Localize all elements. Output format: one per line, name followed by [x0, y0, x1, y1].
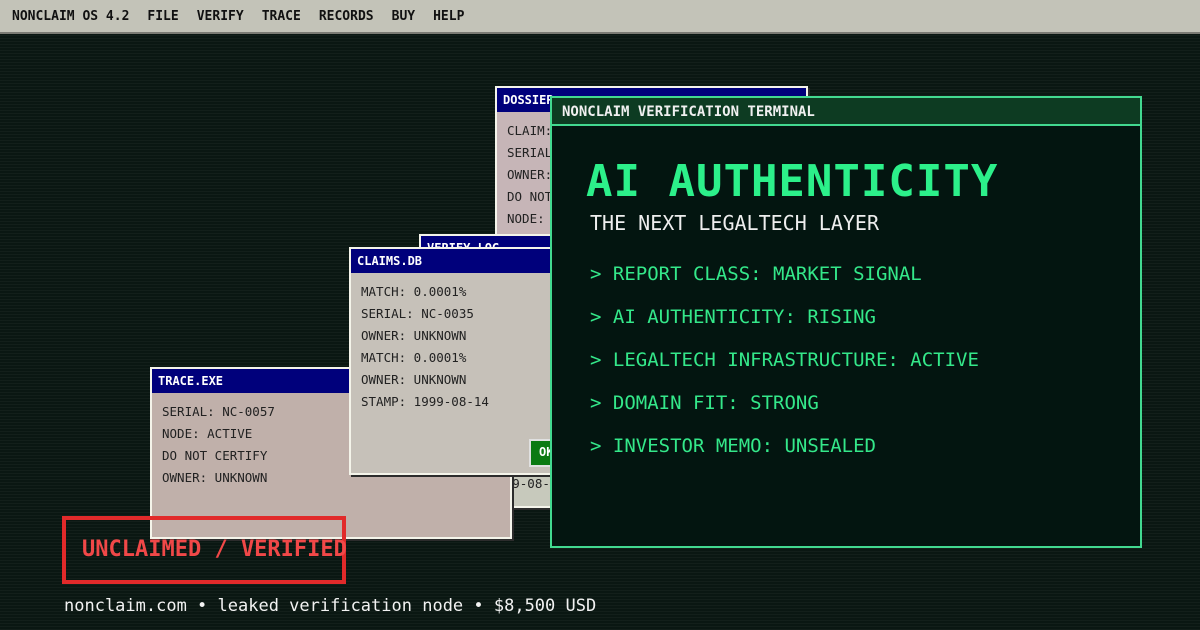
menu-file[interactable]: FILE	[147, 9, 178, 24]
menu-records[interactable]: RECORDS	[319, 9, 374, 24]
terminal-headline: AI AUTHENTICITY	[586, 156, 999, 207]
footer-caption: nonclaim.com • leaked verification node …	[64, 596, 597, 616]
terminal-subheadline: THE NEXT LEGALTECH LAYER	[590, 211, 879, 235]
terminal-line: > DOMAIN FIT: STRONG	[590, 392, 819, 414]
status-stamp-text: UNCLAIMED / VERIFIED	[82, 537, 347, 562]
verification-terminal-window[interactable]: NONCLAIM VERIFICATION TERMINAL AI AUTHEN…	[550, 96, 1142, 548]
menu-buy[interactable]: BUY	[392, 9, 415, 24]
menu-help[interactable]: HELP	[433, 9, 464, 24]
menu-bar: NONCLAIM OS 4.2 FILE VERIFY TRACE RECORD…	[0, 0, 1200, 34]
terminal-line: > AI AUTHENTICITY: RISING	[590, 306, 876, 328]
menu-trace[interactable]: TRACE	[262, 9, 301, 24]
menu-verify[interactable]: VERIFY	[197, 9, 244, 24]
terminal-line: > LEGALTECH INFRASTRUCTURE: ACTIVE	[590, 349, 979, 371]
terminal-line: > REPORT CLASS: MARKET SIGNAL	[590, 263, 922, 285]
terminal-title-bar[interactable]: NONCLAIM VERIFICATION TERMINAL	[552, 98, 1140, 126]
os-brand: NONCLAIM OS 4.2	[12, 8, 130, 24]
terminal-line: > INVESTOR MEMO: UNSEALED	[590, 435, 876, 457]
